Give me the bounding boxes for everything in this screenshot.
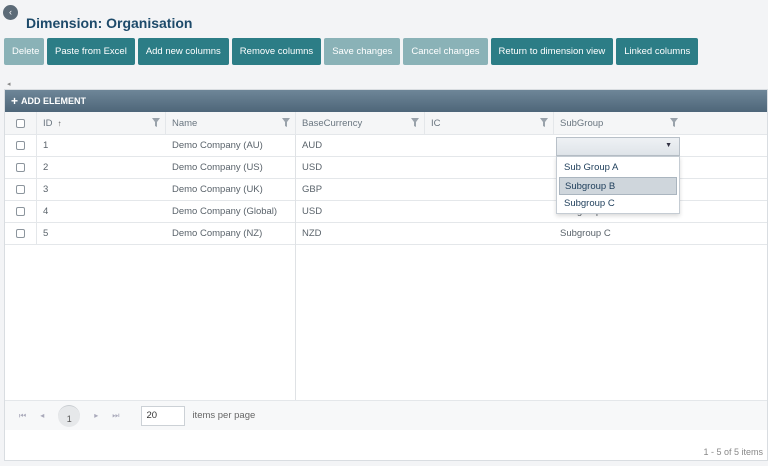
first-page-icon[interactable]: ⏮ xyxy=(19,411,26,421)
save-changes-button[interactable]: Save changes xyxy=(324,38,401,65)
row-checkbox[interactable] xyxy=(16,163,25,172)
last-page-icon[interactable]: ⏭ xyxy=(112,411,119,421)
subgroup-dropdown-list: Sub Group A Subgroup B Subgroup C xyxy=(556,156,680,214)
cell-name[interactable]: Demo Company (UK) xyxy=(166,179,296,200)
row-checkbox[interactable] xyxy=(16,185,25,194)
previous-page-icon[interactable]: ◂ xyxy=(40,411,44,420)
page-size-select[interactable]: 20 xyxy=(141,405,186,426)
select-all-checkbox[interactable] xyxy=(16,118,25,128)
cell-basecurrency[interactable]: AUD xyxy=(296,135,425,156)
cell-id[interactable]: 1 xyxy=(37,135,166,156)
cell-ic[interactable] xyxy=(425,223,554,244)
cancel-changes-button[interactable]: Cancel changes xyxy=(403,38,488,65)
next-page-icon[interactable]: ▸ xyxy=(94,411,98,420)
column-header-id[interactable]: ID ↑ xyxy=(37,112,166,134)
delete-button[interactable]: Delete xyxy=(4,38,44,65)
pager-summary: 1 - 5 of 5 items xyxy=(703,447,763,457)
cell-ic[interactable] xyxy=(425,201,554,222)
cell-basecurrency[interactable]: GBP xyxy=(296,179,425,200)
row-checkbox[interactable] xyxy=(16,141,25,150)
cell-subgroup[interactable]: Subgroup C xyxy=(554,223,766,244)
cell-name[interactable]: Demo Company (NZ) xyxy=(166,223,296,244)
paste-from-excel-button[interactable]: Paste from Excel xyxy=(47,38,135,65)
dropdown-option[interactable]: Subgroup C xyxy=(559,195,677,213)
table-row[interactable]: 5 Demo Company (NZ) NZD Subgroup C xyxy=(5,223,767,245)
header-select-all xyxy=(5,112,37,134)
add-new-columns-button[interactable]: Add new columns xyxy=(137,38,229,65)
filter-icon[interactable] xyxy=(411,118,419,127)
column-header-name[interactable]: Name xyxy=(166,112,296,134)
column-header-basecurrency[interactable]: BaseCurrency xyxy=(296,112,425,134)
row-checkbox[interactable] xyxy=(16,229,25,238)
grid-header-row: ID ↑ Name BaseCurrency IC SubGroup xyxy=(5,112,767,135)
filter-icon[interactable] xyxy=(282,118,290,127)
column-header-subgroup[interactable]: SubGroup xyxy=(554,112,766,134)
collapse-panel-button[interactable]: ‹ xyxy=(3,5,18,20)
cell-id[interactable]: 5 xyxy=(37,223,166,244)
cell-ic[interactable] xyxy=(425,135,554,156)
cell-basecurrency[interactable]: USD xyxy=(296,201,425,222)
cell-ic[interactable] xyxy=(425,179,554,200)
cell-name[interactable]: Demo Company (AU) xyxy=(166,135,296,156)
dropdown-option-selected[interactable]: Subgroup B xyxy=(559,177,677,195)
cell-id[interactable]: 4 xyxy=(37,201,166,222)
cell-ic[interactable] xyxy=(425,157,554,178)
column-header-ic[interactable]: IC xyxy=(425,112,554,134)
sort-ascending-icon: ↑ xyxy=(57,118,62,128)
cell-name[interactable]: Demo Company (Global) xyxy=(166,201,296,222)
add-element-label: ADD ELEMENT xyxy=(21,96,87,106)
remove-columns-button[interactable]: Remove columns xyxy=(231,38,322,65)
cell-name[interactable]: Demo Company (US) xyxy=(166,157,296,178)
add-element-button[interactable]: + ADD ELEMENT xyxy=(11,90,86,112)
cell-basecurrency[interactable]: NZD xyxy=(296,223,425,244)
filter-icon[interactable] xyxy=(152,118,160,127)
items-per-page-label: items per page xyxy=(192,410,256,421)
plus-icon: + xyxy=(11,94,19,108)
filter-icon[interactable] xyxy=(540,118,548,127)
caret-down-icon: ▼ xyxy=(665,142,672,149)
dropdown-option[interactable]: Sub Group A xyxy=(559,159,677,177)
linked-columns-button[interactable]: Linked columns xyxy=(616,38,699,65)
filter-icon[interactable] xyxy=(670,118,678,127)
cell-id[interactable]: 3 xyxy=(37,179,166,200)
row-checkbox[interactable] xyxy=(16,207,25,216)
toolbar: Delete Paste from Excel Add new columns … xyxy=(4,38,699,65)
cell-id[interactable]: 2 xyxy=(37,157,166,178)
return-to-dimension-view-button[interactable]: Return to dimension view xyxy=(490,38,614,65)
current-page-button[interactable]: 1 xyxy=(58,404,81,427)
cell-basecurrency[interactable]: USD xyxy=(296,157,425,178)
grid-toolbar: + ADD ELEMENT xyxy=(5,90,767,112)
frozen-column-divider xyxy=(295,135,296,400)
scroll-left-icon[interactable]: ◂ xyxy=(7,80,11,88)
pager: ⏮ ◂ 1 ▸ ⏭ 20 items per page xyxy=(5,400,767,430)
chevron-left-icon: ‹ xyxy=(9,7,12,17)
subgroup-dropdown[interactable]: ▼ xyxy=(556,137,680,156)
page-title: Dimension: Organisation xyxy=(26,15,193,31)
